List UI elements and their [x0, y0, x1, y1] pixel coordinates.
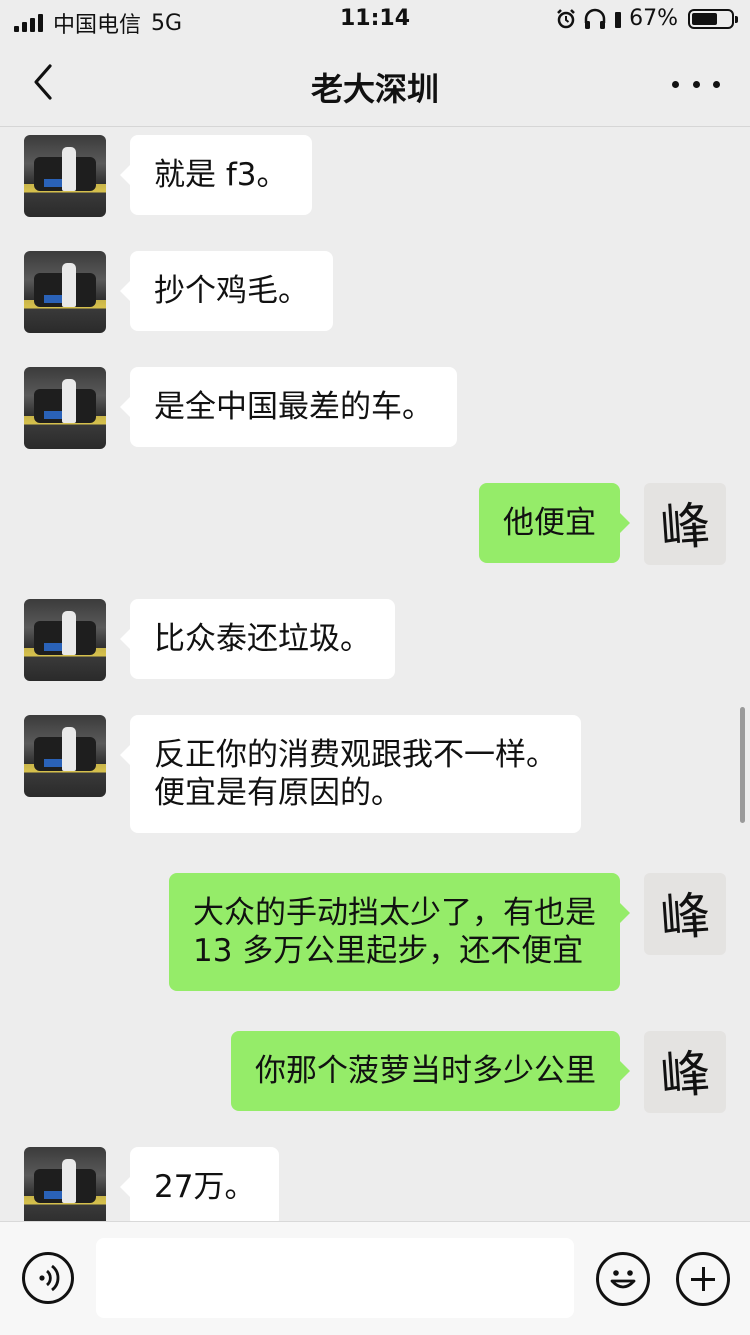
status-bar: 中国电信 5G 11:14 67%	[0, 0, 750, 40]
voice-button[interactable]	[22, 1252, 74, 1304]
voice-icon	[39, 1264, 60, 1292]
message-row: 你那个菠萝当时多少公里 峰	[0, 1031, 750, 1113]
alarm-icon	[557, 8, 575, 28]
avatar-glyph: 峰	[658, 496, 713, 558]
contact-avatar[interactable]	[24, 135, 106, 217]
headphones-icon	[584, 8, 606, 29]
self-avatar[interactable]: 峰	[644, 873, 726, 955]
avatar-glyph: 峰	[658, 886, 713, 948]
message-row: 是全中国最差的车。	[0, 367, 750, 449]
avatar-glyph: 峰	[658, 1044, 713, 1106]
message-row: 大众的手动挡太少了，有也是 13 多万公里起步，还不便宜 峰	[0, 873, 750, 997]
self-avatar[interactable]: 峰	[644, 1031, 726, 1113]
status-right: 67%	[555, 6, 738, 31]
input-bar	[0, 1221, 750, 1335]
contact-avatar[interactable]	[24, 251, 106, 333]
contact-avatar[interactable]	[24, 367, 106, 449]
battery-fill	[692, 12, 717, 25]
message-text: 便宜是有原因的。	[154, 775, 402, 811]
message-bubble[interactable]: 他便宜	[479, 483, 630, 563]
message-text: 比众泰还垃圾。	[154, 621, 371, 657]
message-bubble[interactable]: 27万。	[119, 1147, 280, 1221]
chat-message-list[interactable]: 就是 f3。 抄个鸡毛。 是全中国最差的车。 他便宜 峰 比众泰还垃圾。 反正你…	[0, 127, 750, 1221]
message-bubble[interactable]: 比众泰还垃圾。	[120, 599, 395, 679]
more-functions-button[interactable]	[676, 1252, 730, 1306]
message-bubble[interactable]: 是全中国最差的车。	[120, 367, 457, 447]
message-text: 13 多万公里起步，还不便宜	[193, 933, 584, 969]
message-input[interactable]	[96, 1238, 574, 1318]
message-bubble[interactable]: 抄个鸡毛。	[120, 251, 333, 331]
portrait-lock-icon	[615, 11, 622, 28]
chat-title: 老大深圳	[310, 70, 439, 108]
battery-icon	[688, 8, 738, 29]
message-text: 他便宜	[503, 505, 596, 541]
battery-percent: 67%	[629, 6, 678, 31]
message-row: 27万。	[0, 1147, 750, 1221]
message-row: 就是 f3。	[0, 135, 750, 217]
more-button[interactable]	[672, 64, 720, 104]
message-row: 他便宜 峰	[0, 483, 750, 565]
contact-avatar[interactable]	[24, 1147, 106, 1221]
emoji-button[interactable]	[596, 1252, 650, 1306]
scrollbar[interactable]	[740, 707, 745, 823]
message-text: 大众的手动挡太少了，有也是	[193, 895, 596, 931]
message-text: 27万。	[154, 1169, 256, 1205]
message-text: 是全中国最差的车。	[154, 389, 433, 425]
more-dot-icon	[713, 80, 720, 88]
message-text: 抄个鸡毛。	[154, 273, 309, 309]
message-bubble[interactable]: 反正你的消费观跟我不一样。 便宜是有原因的。	[120, 715, 581, 833]
contact-avatar[interactable]	[24, 599, 106, 681]
message-text: 就是 f3。	[154, 157, 288, 193]
message-row: 比众泰还垃圾。	[0, 599, 750, 681]
message-row: 抄个鸡毛。	[0, 251, 750, 333]
message-text: 反正你的消费观跟我不一样。	[154, 737, 557, 773]
more-dot-icon	[672, 80, 679, 88]
message-bubble[interactable]: 大众的手动挡太少了，有也是 13 多万公里起步，还不便宜	[169, 873, 630, 991]
self-avatar[interactable]: 峰	[644, 483, 726, 565]
more-dot-icon	[692, 80, 700, 88]
contact-avatar[interactable]	[24, 715, 106, 797]
message-bubble[interactable]: 你那个菠萝当时多少公里	[231, 1031, 630, 1111]
message-text: 你那个菠萝当时多少公里	[255, 1053, 596, 1089]
smiley-icon	[610, 1270, 636, 1289]
nav-bar: 老大深圳	[0, 40, 750, 127]
message-row: 反正你的消费观跟我不一样。 便宜是有原因的。	[0, 715, 750, 839]
message-bubble[interactable]: 就是 f3。	[120, 135, 312, 215]
